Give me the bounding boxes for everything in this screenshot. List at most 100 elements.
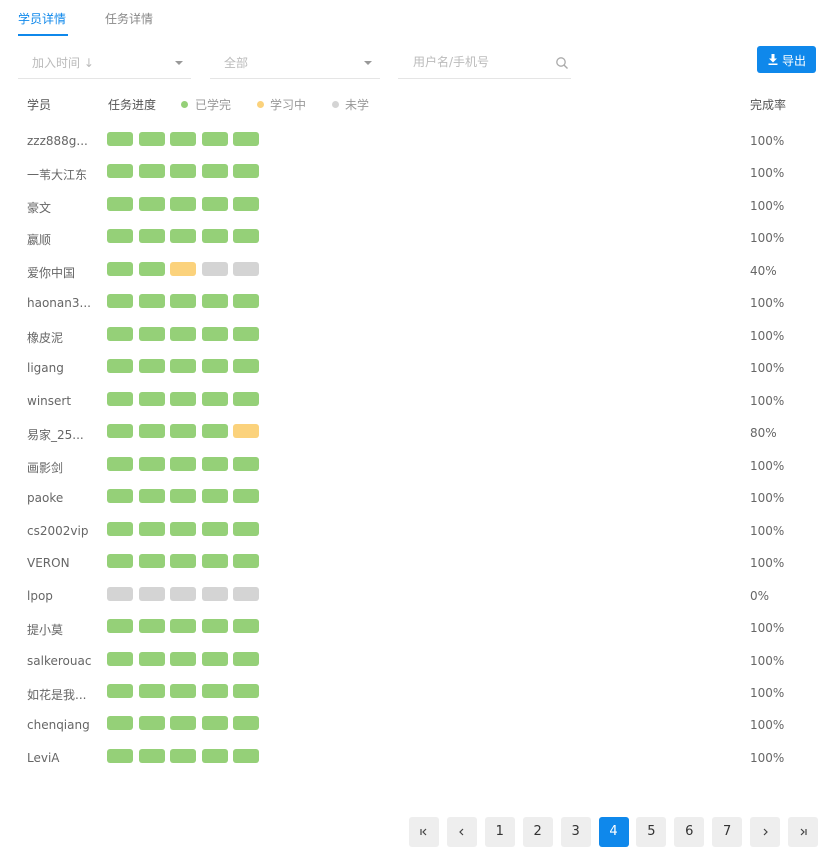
progress-segment	[170, 391, 196, 406]
last-page-button[interactable]	[788, 817, 818, 847]
progress-segment	[107, 326, 133, 341]
progress-segment	[107, 748, 133, 763]
student-name: paoke	[27, 491, 64, 506]
progress-segment	[170, 716, 196, 731]
completion-rate: 100%	[750, 393, 785, 408]
completion-rate: 100%	[750, 231, 785, 246]
page-button[interactable]: 7	[712, 817, 743, 847]
student-name: winsert	[27, 393, 72, 408]
export-button[interactable]: 导出	[757, 46, 816, 73]
completion-rate: 100%	[750, 523, 785, 538]
first-page-icon	[420, 828, 427, 836]
student-name: 易家_25...	[27, 428, 84, 443]
table-row: salkerouac 100%	[0, 645, 834, 677]
last-page-icon	[800, 828, 807, 836]
page-button[interactable]: 4	[598, 817, 629, 847]
progress-segment	[107, 521, 133, 536]
student-name: haonan3...	[27, 296, 91, 311]
table-row: paoke 100%	[0, 482, 834, 514]
progress-segment	[107, 586, 133, 601]
progress-segment	[170, 294, 196, 309]
next-page-button[interactable]	[750, 817, 781, 847]
progress-segment	[170, 586, 196, 601]
progress-segment	[107, 554, 133, 569]
completion-rate: 100%	[750, 361, 785, 376]
legend-label-not-learned: 未学	[345, 98, 370, 112]
progress-segment	[107, 196, 133, 211]
active-tab-indicator	[18, 34, 68, 36]
student-name: 豪文	[27, 200, 52, 215]
progress-segment	[170, 326, 196, 341]
status-select[interactable]: 全部	[210, 44, 380, 79]
progress-segment	[202, 229, 228, 244]
progress-segment	[233, 716, 259, 731]
student-name: 爱你中国	[27, 265, 76, 280]
progress-segment	[139, 489, 165, 504]
table-row: VERON 100%	[0, 547, 834, 579]
student-name: zzz888g...	[27, 134, 88, 148]
progress-segment	[139, 391, 165, 406]
progress-segment	[170, 196, 196, 211]
download-icon	[768, 54, 778, 65]
prev-page-icon	[459, 828, 464, 836]
progress-segment	[139, 716, 165, 731]
progress-segment	[202, 326, 228, 341]
progress-segment	[107, 619, 133, 634]
progress-segment	[170, 683, 196, 698]
progress-segment	[170, 261, 196, 276]
progress-segment	[139, 229, 165, 244]
table-row: 画影剑 100%	[0, 450, 834, 482]
progress-segment	[139, 554, 165, 569]
progress-segment	[170, 619, 196, 634]
progress-segment	[233, 229, 259, 244]
pagination: 1234567	[0, 817, 834, 847]
legend-dot-done	[181, 101, 188, 108]
completion-rate: 100%	[750, 328, 785, 343]
progress-segment	[233, 456, 259, 471]
page-button[interactable]: 1	[484, 817, 515, 847]
progress-segment	[139, 261, 165, 276]
progress-segment	[107, 359, 133, 374]
table-row: 如花是我... 100%	[0, 677, 834, 709]
tab-task-details[interactable]: 任务详情	[105, 10, 153, 27]
tab-student-details[interactable]: 学员详情	[18, 10, 66, 27]
page-button[interactable]: 3	[560, 817, 591, 847]
page-button[interactable]: 2	[522, 817, 553, 847]
student-name: 一苇大江东	[27, 168, 88, 183]
header-progress: 任务进度	[108, 98, 157, 112]
progress-segment	[202, 521, 228, 536]
progress-segment	[139, 132, 165, 146]
prev-page-button[interactable]	[446, 817, 477, 847]
progress-segment	[139, 294, 165, 309]
tab-bar: 学员详情 任务详情	[0, 0, 834, 40]
progress-segment	[170, 651, 196, 666]
progress-segment	[233, 521, 259, 536]
completion-rate: 100%	[750, 556, 785, 571]
progress-segment	[107, 424, 133, 439]
progress-segment	[139, 164, 165, 179]
export-button-label: 导出	[782, 54, 807, 68]
sort-select-value: 加入时间 ↓	[32, 56, 94, 70]
progress-segment	[233, 586, 259, 601]
progress-segment	[170, 132, 196, 146]
student-name: cs2002vip	[27, 523, 89, 538]
sort-select[interactable]: 加入时间 ↓	[18, 44, 191, 79]
progress-segment	[139, 521, 165, 536]
progress-segment	[107, 651, 133, 666]
progress-segment	[202, 164, 228, 179]
progress-segment	[233, 132, 259, 146]
progress-segment	[202, 489, 228, 504]
completion-rate: 100%	[750, 653, 785, 668]
page-button[interactable]: 5	[636, 817, 667, 847]
progress-segment	[233, 683, 259, 698]
progress-segment	[139, 586, 165, 601]
progress-segment	[170, 359, 196, 374]
student-name: 画影剑	[27, 460, 64, 475]
progress-segment	[233, 196, 259, 211]
page-button[interactable]: 6	[674, 817, 705, 847]
search-input[interactable]	[411, 52, 555, 72]
search-icon[interactable]	[555, 56, 569, 70]
student-name: 如花是我...	[27, 687, 87, 702]
first-page-button[interactable]	[409, 817, 439, 847]
completion-rate: 100%	[750, 458, 785, 473]
